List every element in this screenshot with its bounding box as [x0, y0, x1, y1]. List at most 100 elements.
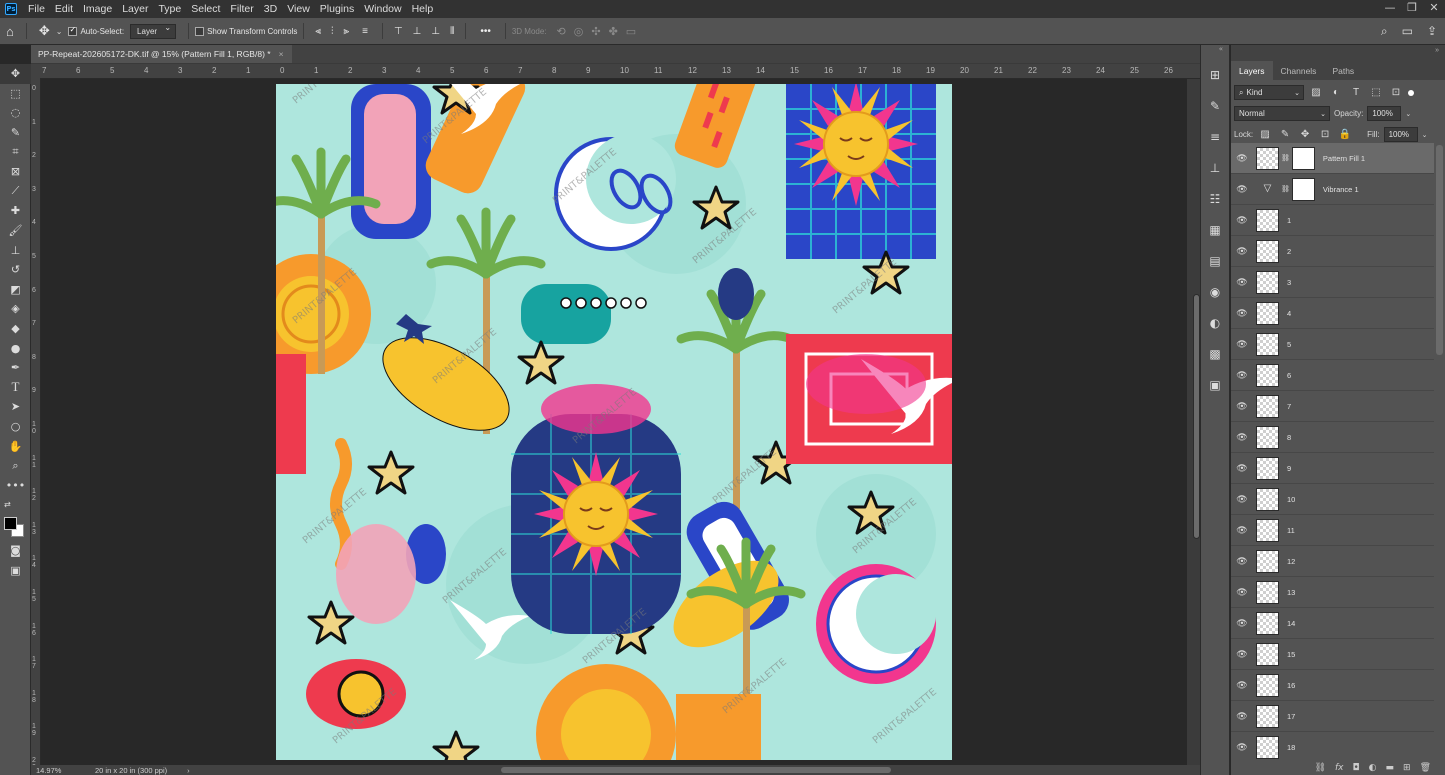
group-icon[interactable]: ▬: [1386, 763, 1395, 773]
drag-3d-icon[interactable]: ✣: [591, 25, 600, 38]
align-left-icon[interactable]: ⫷: [315, 26, 321, 37]
collapse-dock-icon[interactable]: «: [1201, 45, 1229, 59]
brush-settings-icon[interactable]: ✎: [1201, 90, 1229, 121]
auto-select-target-dropdown[interactable]: Layer: [130, 23, 177, 39]
history-brush-tool-icon[interactable]: ↺: [0, 260, 31, 280]
crop-tool-icon[interactable]: ⌗: [0, 142, 31, 162]
layer-row[interactable]: 👁 8: [1231, 422, 1434, 453]
scroll-thumb[interactable]: [1193, 294, 1200, 539]
lock-all-icon[interactable]: 🔒: [1337, 129, 1353, 140]
pattern-artwork[interactable]: PRINT&PALETTE: [276, 84, 952, 760]
lock-position-icon[interactable]: ✥: [1297, 129, 1313, 140]
path-select-tool-icon[interactable]: ➤: [0, 397, 31, 417]
horizontal-ruler[interactable]: 7 6 5 4 3 2 1 0 1 2 3 4 5 6 7 8 9 10 11 12 13 14 15 16 17 18 19 20 2…: [40, 64, 1200, 79]
layer-mask-thumbnail[interactable]: [1291, 146, 1315, 170]
patterns-panel-icon[interactable]: ▩: [1201, 338, 1229, 369]
home-icon[interactable]: ⌂: [6, 24, 14, 39]
visibility-eye-icon[interactable]: 👁: [1231, 742, 1253, 753]
layers-scrollbar-thumb[interactable]: [1436, 145, 1443, 355]
fx-icon[interactable]: fx: [1335, 763, 1344, 773]
visibility-eye-icon[interactable]: 👁: [1231, 184, 1253, 195]
brush-tool-icon[interactable]: 🖌: [0, 221, 31, 241]
layer-row[interactable]: 👁 7: [1231, 391, 1434, 422]
clone-source-icon[interactable]: ⊥: [1201, 152, 1229, 183]
type-tool-icon[interactable]: T: [0, 378, 31, 398]
layer-row[interactable]: 👁 10: [1231, 484, 1434, 515]
properties-panel-icon[interactable]: ≡: [1201, 121, 1229, 152]
workspace-icon[interactable]: ▭: [1402, 24, 1413, 39]
visibility-eye-icon[interactable]: 👁: [1231, 401, 1253, 412]
visibility-eye-icon[interactable]: 👁: [1231, 246, 1253, 257]
horizontal-scroll-thumb[interactable]: [501, 767, 891, 773]
clone-stamp-tool-icon[interactable]: ⊥: [0, 240, 31, 260]
menu-window[interactable]: Window: [359, 3, 406, 15]
minimize-button[interactable]: —: [1379, 0, 1401, 18]
quick-mask-icon[interactable]: ◙: [0, 541, 31, 561]
chevron-down-icon[interactable]: ⌄: [56, 27, 63, 36]
fill-input[interactable]: 100%: [1383, 127, 1418, 142]
visibility-eye-icon[interactable]: 👁: [1231, 587, 1253, 598]
layer-row[interactable]: 👁 6: [1231, 360, 1434, 391]
lock-transparency-icon[interactable]: ▨: [1257, 129, 1273, 140]
chevron-down-icon[interactable]: ⌄: [1422, 131, 1428, 139]
opacity-input[interactable]: 100%: [1367, 106, 1402, 121]
show-transform-checkbox[interactable]: [195, 26, 207, 36]
trash-icon[interactable]: 🗑: [1420, 763, 1431, 773]
gradients-panel-icon[interactable]: ▦: [1201, 214, 1229, 245]
color-swatches[interactable]: [0, 515, 30, 541]
lasso-tool-icon[interactable]: ◌: [0, 103, 31, 123]
document-tab[interactable]: PP-Repeat-202605172-DK.tif @ 15% (Patter…: [31, 45, 292, 64]
visibility-eye-icon[interactable]: 👁: [1231, 463, 1253, 474]
share-icon[interactable]: ⇪: [1427, 24, 1437, 39]
more-options-button[interactable]: •••: [480, 26, 491, 37]
mask-link-icon[interactable]: ⛓: [1281, 154, 1290, 162]
visibility-eye-icon[interactable]: 👁: [1231, 370, 1253, 381]
visibility-eye-icon[interactable]: 👁: [1231, 215, 1253, 226]
hand-tool-icon[interactable]: ✋: [0, 436, 31, 456]
visibility-eye-icon[interactable]: 👁: [1231, 432, 1253, 443]
move-tool-preset-icon[interactable]: ✥: [39, 23, 50, 39]
menu-filter[interactable]: Filter: [225, 3, 258, 15]
eraser-tool-icon[interactable]: ◩: [0, 280, 31, 300]
menu-plugins[interactable]: Plugins: [315, 3, 359, 15]
zoom-tool-icon[interactable]: ⌕: [0, 456, 31, 476]
close-window-button[interactable]: ✕: [1423, 0, 1445, 18]
menu-help[interactable]: Help: [407, 3, 439, 15]
layer-row[interactable]: 👁 12: [1231, 546, 1434, 577]
filter-shape-icon[interactable]: ⬚: [1368, 87, 1384, 98]
quick-select-tool-icon[interactable]: ✎: [0, 123, 31, 143]
layer-row[interactable]: 👁 16: [1231, 670, 1434, 701]
collapse-panel-icon[interactable]: »: [1435, 47, 1439, 54]
layer-row[interactable]: 👁 4: [1231, 298, 1434, 329]
menu-file[interactable]: File: [23, 3, 50, 15]
slide-3d-icon[interactable]: ✤: [609, 25, 618, 38]
visibility-eye-icon[interactable]: 👁: [1231, 525, 1253, 536]
layer-row[interactable]: 👁 5: [1231, 329, 1434, 360]
filter-type-icon[interactable]: T: [1348, 87, 1364, 98]
foreground-color-swatch[interactable]: [4, 516, 17, 530]
layer-row[interactable]: 👁 14: [1231, 608, 1434, 639]
tab-layers[interactable]: Layers: [1231, 61, 1273, 80]
lock-image-icon[interactable]: ✎: [1277, 129, 1293, 140]
align-bottom-icon[interactable]: ⊥: [431, 26, 440, 37]
menu-layer[interactable]: Layer: [117, 3, 153, 15]
move-tool-icon[interactable]: ✥: [0, 64, 31, 84]
filter-smart-object-icon[interactable]: ⊡: [1388, 87, 1404, 98]
visibility-eye-icon[interactable]: 👁: [1231, 711, 1253, 722]
edit-toolbar-icon[interactable]: •••: [0, 475, 31, 495]
visibility-eye-icon[interactable]: 👁: [1231, 277, 1253, 288]
visibility-eye-icon[interactable]: 👁: [1231, 618, 1253, 629]
visibility-eye-icon[interactable]: 👁: [1231, 494, 1253, 505]
adjustment-icon[interactable]: ◐: [1369, 763, 1377, 773]
new-layer-icon[interactable]: ⊞: [1403, 763, 1411, 773]
3d-panel-icon[interactable]: ◉: [1201, 276, 1229, 307]
layer-mask-thumbnail[interactable]: [1291, 177, 1315, 201]
layer-comps-icon[interactable]: ▣: [1201, 369, 1229, 400]
visibility-eye-icon[interactable]: 👁: [1231, 680, 1253, 691]
layer-row[interactable]: 👁 11: [1231, 515, 1434, 546]
auto-select-checkbox[interactable]: [68, 25, 80, 36]
restore-button[interactable]: ❐: [1401, 0, 1423, 18]
zoom-level[interactable]: 14.97%: [36, 766, 91, 775]
layer-row[interactable]: 👁 1: [1231, 205, 1434, 236]
align-center-icon[interactable]: ⫶: [331, 26, 334, 37]
